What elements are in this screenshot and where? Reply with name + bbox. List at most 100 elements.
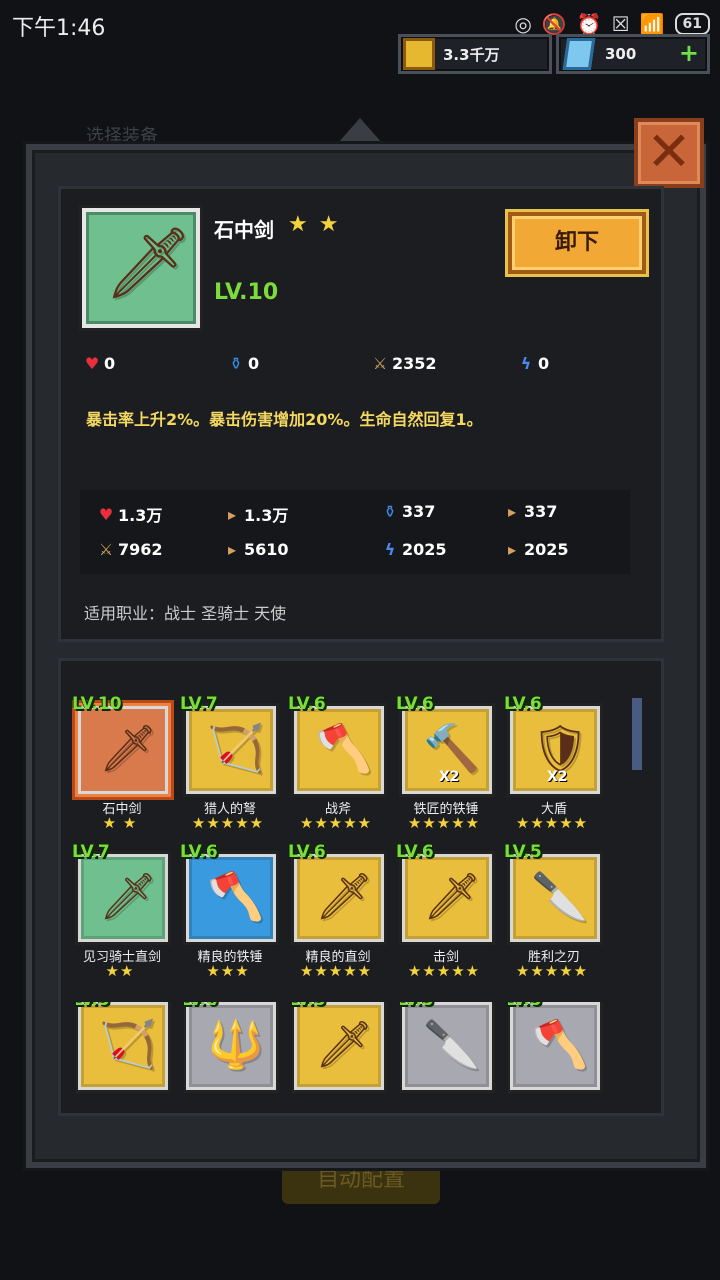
inventory-item[interactable]: 🔪 LV.5 (400, 1002, 508, 1106)
item-slot[interactable]: 🪓 (186, 854, 276, 942)
item-stars: ★★★ (206, 962, 250, 980)
item-stars: ★ ★ (288, 212, 341, 237)
item-stars: ★★★★★ (299, 814, 373, 832)
item-level: LV.6 (504, 694, 542, 714)
gem-amount: 300 (605, 45, 637, 63)
bonus-mp: ⚱ 0 (226, 354, 259, 373)
inventory-item[interactable]: 🪓 LV.5 (508, 1002, 616, 1106)
gold-coin-icon (403, 38, 435, 70)
item-level: LV.6 (184, 1002, 218, 1010)
quantity-badge: X2 (547, 769, 568, 785)
item-slot[interactable]: 🏹 (78, 1002, 168, 1090)
item-slot[interactable]: 🔪 (510, 854, 600, 942)
item-name: 石中剑 (214, 218, 274, 242)
arrow-right-icon: ▸ (227, 504, 237, 524)
status-icons: ◎ 🔕 ⏰ ☒ 📶 61 (514, 12, 710, 36)
sword-icon: 🗡 (99, 869, 158, 923)
inventory-item[interactable]: 🏹 LV.5 (76, 1002, 184, 1106)
trident-icon: 🔱 (207, 1017, 265, 1071)
item-stars: ★★★★★ (407, 814, 481, 832)
item-level: LV.5 (76, 1002, 110, 1010)
battery-icon: 61 (674, 13, 710, 35)
bonus-hp: ♥ 0 (82, 354, 115, 373)
item-slot[interactable]: 🪓 (294, 706, 384, 794)
sword-icon: 🗡 (315, 1017, 374, 1071)
status-time: 下午1:46 (12, 16, 106, 41)
potion-icon: ⚱ (383, 502, 397, 521)
crossed-swords-icon: ⚔ (372, 354, 388, 373)
sword-icon: 🗡 (104, 222, 193, 304)
gem-icon (562, 38, 596, 70)
item-stars: ★★★★★ (191, 814, 265, 832)
item-level: LV.6 (396, 694, 434, 714)
axe-icon: 🪓 (531, 1017, 589, 1071)
item-description: 暴击率上升2%。暴击伤害增加20%。生命自然回复1。 (86, 410, 483, 429)
item-stars: ★★★★★ (407, 962, 481, 980)
heart-icon: ♥ (98, 504, 114, 524)
item-stars: ★ ★ (102, 814, 138, 832)
item-slot[interactable]: 🔱 (186, 1002, 276, 1090)
total-mp-next: ▸ 337 (502, 502, 557, 521)
item-slot[interactable]: 🔨 X2 (402, 706, 492, 794)
item-slot[interactable]: 🗡 (294, 1002, 384, 1090)
mute-icon: 🔕 (541, 12, 567, 36)
alarm-icon: ⏰ (576, 12, 602, 36)
crossed-swords-icon: ⚔ (98, 540, 114, 559)
hammer-icon: 🔨 (423, 721, 481, 775)
item-level: LV.10 (214, 280, 279, 305)
item-level: LV.6 (288, 694, 326, 714)
item-level: LV.7 (72, 842, 110, 862)
bonus-spd: ϟ0 (516, 354, 549, 373)
item-level: LV.5 (504, 842, 542, 862)
item-stars: ★★★★★ (515, 814, 589, 832)
item-slot[interactable]: 🏹 (186, 706, 276, 794)
wifi-icon: 📶 (639, 12, 665, 36)
inventory-item[interactable]: 🔱 LV.6 (184, 1002, 292, 1106)
applicable-classes: 适用职业：战士 圣骑士 天使 (84, 604, 287, 623)
heart-icon: ♥ (84, 354, 100, 373)
gem-counter: 300 + (556, 34, 710, 74)
total-atk-next: ▸ 5610 (222, 540, 289, 559)
total-spd-next: ▸ 2025 (502, 540, 569, 559)
sim-off-icon: ☒ (611, 12, 630, 36)
item-level: LV.7 (180, 694, 218, 714)
quantity-badge: X2 (439, 769, 460, 785)
total-spd: ϟ 2025 (380, 540, 447, 559)
total-atk: ⚔ 7962 (96, 540, 163, 559)
item-slot[interactable]: 🗡 (78, 854, 168, 942)
arrow-right-icon: ▸ (507, 540, 517, 559)
inventory-scrollbar[interactable] (632, 698, 642, 770)
sword-icon: 🗡 (99, 721, 158, 775)
item-level: LV.5 (400, 1002, 434, 1010)
crossbow-icon: 🏹 (207, 721, 265, 775)
item-slot[interactable]: 🛡 X2 (510, 706, 600, 794)
lightning-icon: ϟ (384, 540, 396, 559)
hotspot-icon: ◎ (514, 12, 532, 36)
add-gems-button[interactable]: + (679, 39, 699, 67)
item-slot[interactable]: 🗡 (78, 706, 168, 794)
axe-icon: 🪓 (315, 721, 373, 775)
item-slot[interactable]: 🪓 (510, 1002, 600, 1090)
shield-icon: 🛡 (531, 721, 590, 775)
unequip-button[interactable]: 卸下 (508, 212, 646, 274)
item-level: LV.6 (288, 842, 326, 862)
potion-icon: ⚱ (229, 354, 243, 373)
selected-item-frame: 🗡 (82, 208, 200, 328)
arrow-right-icon: ▸ (507, 502, 517, 521)
close-button[interactable]: ✕ (634, 118, 704, 188)
total-hp: ♥ 1.3万 (96, 502, 163, 526)
item-stars: ★★ (105, 962, 135, 980)
gold-amount: 3.3千万 (443, 45, 500, 64)
lightning-icon: ϟ (520, 354, 532, 373)
arrow-right-icon: ▸ (227, 540, 237, 559)
item-slot[interactable]: 🗡 (294, 854, 384, 942)
item-level: LV.5 (508, 1002, 542, 1010)
blade-icon: 🔪 (423, 1017, 481, 1071)
item-level: LV.10 (72, 694, 122, 714)
item-stars: ★★★★★ (515, 962, 589, 980)
inventory-item[interactable]: 🗡 LV.5 (292, 1002, 400, 1106)
axe-icon: 🪓 (207, 869, 265, 923)
item-slot[interactable]: 🔪 (402, 1002, 492, 1090)
total-hp-next: ▸ 1.3万 (222, 502, 288, 526)
item-slot[interactable]: 🗡 (402, 854, 492, 942)
